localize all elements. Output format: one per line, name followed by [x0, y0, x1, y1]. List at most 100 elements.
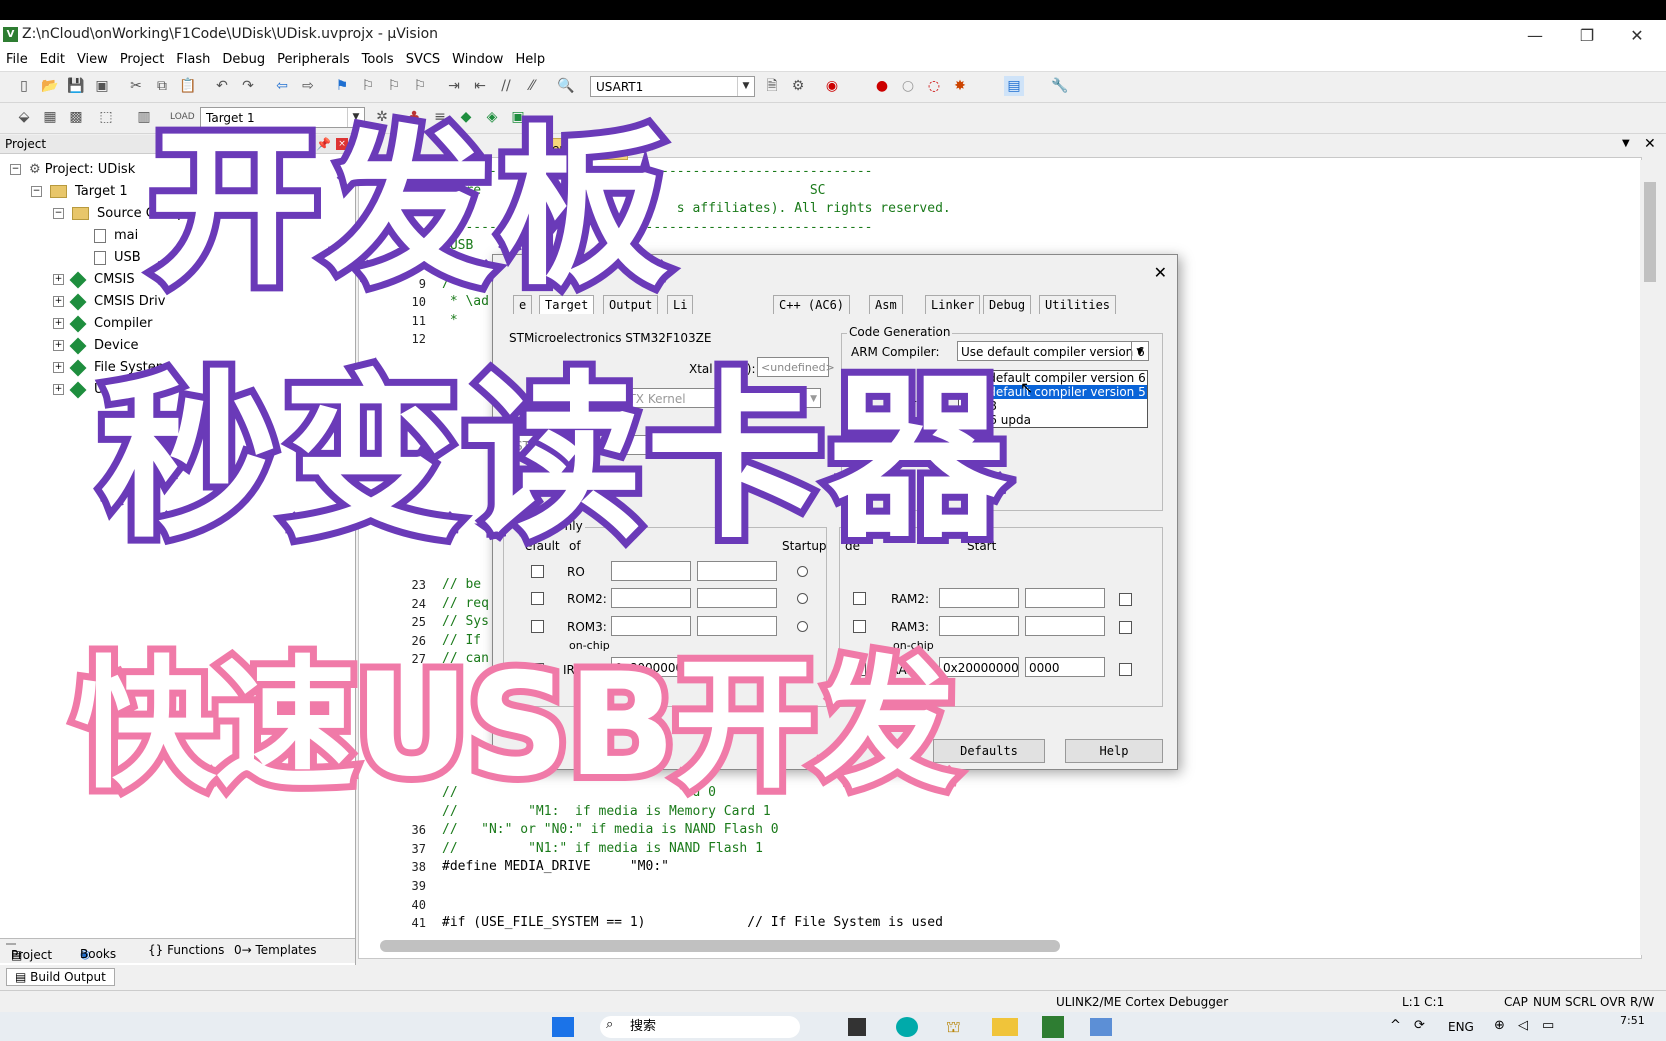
volume-icon[interactable]: ◁ — [1518, 1018, 1528, 1033]
menu-help[interactable]: Help — [509, 50, 551, 70]
expand-icon[interactable]: + — [53, 318, 64, 329]
tab-utilities[interactable]: Utilities — [1039, 295, 1117, 314]
language-indicator[interactable]: ENG — [1448, 1020, 1474, 1034]
menu-flash[interactable]: Flash — [170, 50, 216, 70]
tree-target[interactable]: − Target 1 — [31, 184, 128, 199]
build-output-tab[interactable]: ▤ Build Output — [6, 968, 115, 986]
ram2-default-checkbox[interactable] — [853, 592, 866, 605]
edge-browser-icon[interactable] — [896, 1017, 918, 1037]
tab-cpp[interactable]: C++ (AC6) — [773, 295, 851, 314]
menu-peripherals[interactable]: Peripherals — [271, 50, 356, 70]
restore-button[interactable]: ❐ — [1564, 23, 1610, 49]
tree-item[interactable]: + Compiler — [53, 315, 153, 332]
menu-svcs[interactable]: SVCS — [400, 50, 446, 70]
tab-templates[interactable]: 0→ Templates — [234, 943, 317, 957]
disable-breakpoint-icon[interactable]: ○ — [898, 76, 918, 96]
scrollbar-thumb[interactable] — [1644, 182, 1656, 282]
menu-edit[interactable]: Edit — [34, 50, 71, 70]
clear-bookmarks-icon[interactable]: ⚐ — [410, 76, 430, 96]
ram3-size-input[interactable] — [1025, 616, 1105, 636]
bookmark-icon[interactable]: ⚑ — [332, 76, 352, 96]
minimize-button[interactable]: — — [1512, 23, 1558, 49]
rom3-default-checkbox[interactable] — [531, 620, 544, 633]
menu-view[interactable]: View — [71, 50, 114, 70]
tab-project[interactable]: ▤ Project — [6, 943, 52, 962]
uncomment-icon[interactable]: ⁄⁄ — [522, 76, 542, 96]
collapse-icon[interactable]: − — [10, 164, 21, 175]
tab-functions[interactable]: {} Functions — [148, 943, 224, 957]
rom3-startup-radio[interactable] — [797, 621, 808, 632]
redo-icon[interactable]: ↷ — [238, 76, 258, 96]
ram2-noinit-checkbox[interactable] — [1119, 593, 1132, 606]
sync-icon[interactable]: ⟳ — [1414, 1018, 1425, 1033]
navigate-forward-icon[interactable]: ⇨ — [298, 76, 318, 96]
chart-app-icon[interactable] — [1090, 1018, 1112, 1036]
chevron-up-icon[interactable]: ^ — [1390, 1018, 1401, 1033]
close-icon[interactable]: ✕ — [1644, 136, 1656, 152]
task-view-icon[interactable] — [848, 1018, 866, 1036]
clock-time[interactable]: 7:51 — [1620, 1014, 1645, 1027]
navigate-back-icon[interactable]: ⇦ — [272, 76, 292, 96]
windows-start-icon[interactable] — [552, 1017, 574, 1037]
expand-icon[interactable]: + — [53, 362, 64, 373]
open-file-icon[interactable]: 📂 — [40, 76, 60, 96]
find-replace-icon[interactable]: ⚙ — [788, 76, 808, 96]
menu-debug[interactable]: Debug — [216, 50, 271, 70]
rom1-default-checkbox[interactable] — [531, 565, 544, 578]
tree-item[interactable]: mai — [94, 228, 138, 243]
configure-icon[interactable]: 🔧 — [1050, 76, 1070, 96]
chevron-down-icon[interactable]: ▼ — [1622, 138, 1630, 149]
paste-icon[interactable]: 📋 — [178, 76, 198, 96]
rom2-start-input[interactable] — [611, 588, 691, 608]
debug-session-icon[interactable]: ◉ — [822, 76, 842, 96]
collapse-icon[interactable]: − — [53, 208, 64, 219]
expand-icon[interactable]: + — [53, 296, 64, 307]
build-icon[interactable]: ▦ — [40, 107, 60, 127]
rom2-default-checkbox[interactable] — [531, 592, 544, 605]
copy-icon[interactable]: ⧉ — [152, 76, 172, 96]
expand-icon[interactable]: + — [53, 274, 64, 285]
tree-item[interactable]: USB — [94, 250, 141, 265]
ram2-start-input[interactable] — [939, 588, 1019, 608]
ram3-default-checkbox[interactable] — [853, 620, 866, 633]
file-explorer-icon[interactable] — [992, 1018, 1018, 1036]
batch-build-icon[interactable]: ⬚ — [96, 107, 116, 127]
bag-app-icon[interactable]: ⛫ — [946, 1017, 961, 1038]
find-combo[interactable]: USART1 ▼ — [590, 76, 755, 97]
unindent-icon[interactable]: ⇤ — [470, 76, 490, 96]
disable-all-breakpoints-icon[interactable]: ◌ — [924, 76, 944, 96]
save-icon[interactable]: 💾 — [66, 76, 86, 96]
ram3-start-input[interactable] — [939, 616, 1019, 636]
rom3-start-input[interactable] — [611, 616, 691, 636]
tab-linker[interactable]: Linker — [925, 295, 981, 314]
prev-bookmark-icon[interactable]: ⚐ — [358, 76, 378, 96]
rom2-size-input[interactable] — [697, 588, 777, 608]
comment-icon[interactable]: // — [496, 76, 516, 96]
menu-tools[interactable]: Tools — [356, 50, 400, 70]
new-file-icon[interactable]: ▯ — [14, 76, 34, 96]
rom1-startup-radio[interactable] — [797, 566, 808, 577]
taskbar-search[interactable]: 搜索 — [600, 1016, 800, 1038]
collapse-icon[interactable]: − — [31, 186, 42, 197]
breakpoint-icon[interactable]: ● — [872, 76, 892, 96]
tab-debug[interactable]: Debug — [983, 295, 1032, 314]
iram1-noinit-checkbox[interactable] — [1119, 663, 1132, 676]
ram2-size-input[interactable] — [1025, 588, 1105, 608]
menu-file[interactable]: File — [0, 50, 34, 70]
tree-project-root[interactable]: − ⚙ Project: UDisk — [10, 162, 135, 177]
menu-project[interactable]: Project — [114, 50, 170, 70]
rom3-size-input[interactable] — [697, 616, 777, 636]
tree-item[interactable]: + CMSIS Driv — [53, 293, 165, 310]
incremental-find-icon[interactable]: 🗎 — [762, 76, 782, 96]
expand-icon[interactable]: + — [53, 340, 64, 351]
find-in-files-icon[interactable]: 🔍 — [556, 76, 576, 96]
globe-icon[interactable]: ⊕ — [1494, 1018, 1505, 1033]
tree-item[interactable]: + Device — [53, 337, 138, 354]
dialog-close-button[interactable]: ✕ — [1154, 263, 1167, 282]
rom2-startup-radio[interactable] — [797, 593, 808, 604]
rebuild-icon[interactable]: ▩ — [66, 107, 86, 127]
next-bookmark-icon[interactable]: ⚐ — [384, 76, 404, 96]
iram1-size-input[interactable]: 0000 — [1025, 657, 1105, 677]
editor-horizontal-scrollbar[interactable] — [380, 940, 1060, 952]
close-button[interactable]: ✕ — [1614, 23, 1660, 49]
